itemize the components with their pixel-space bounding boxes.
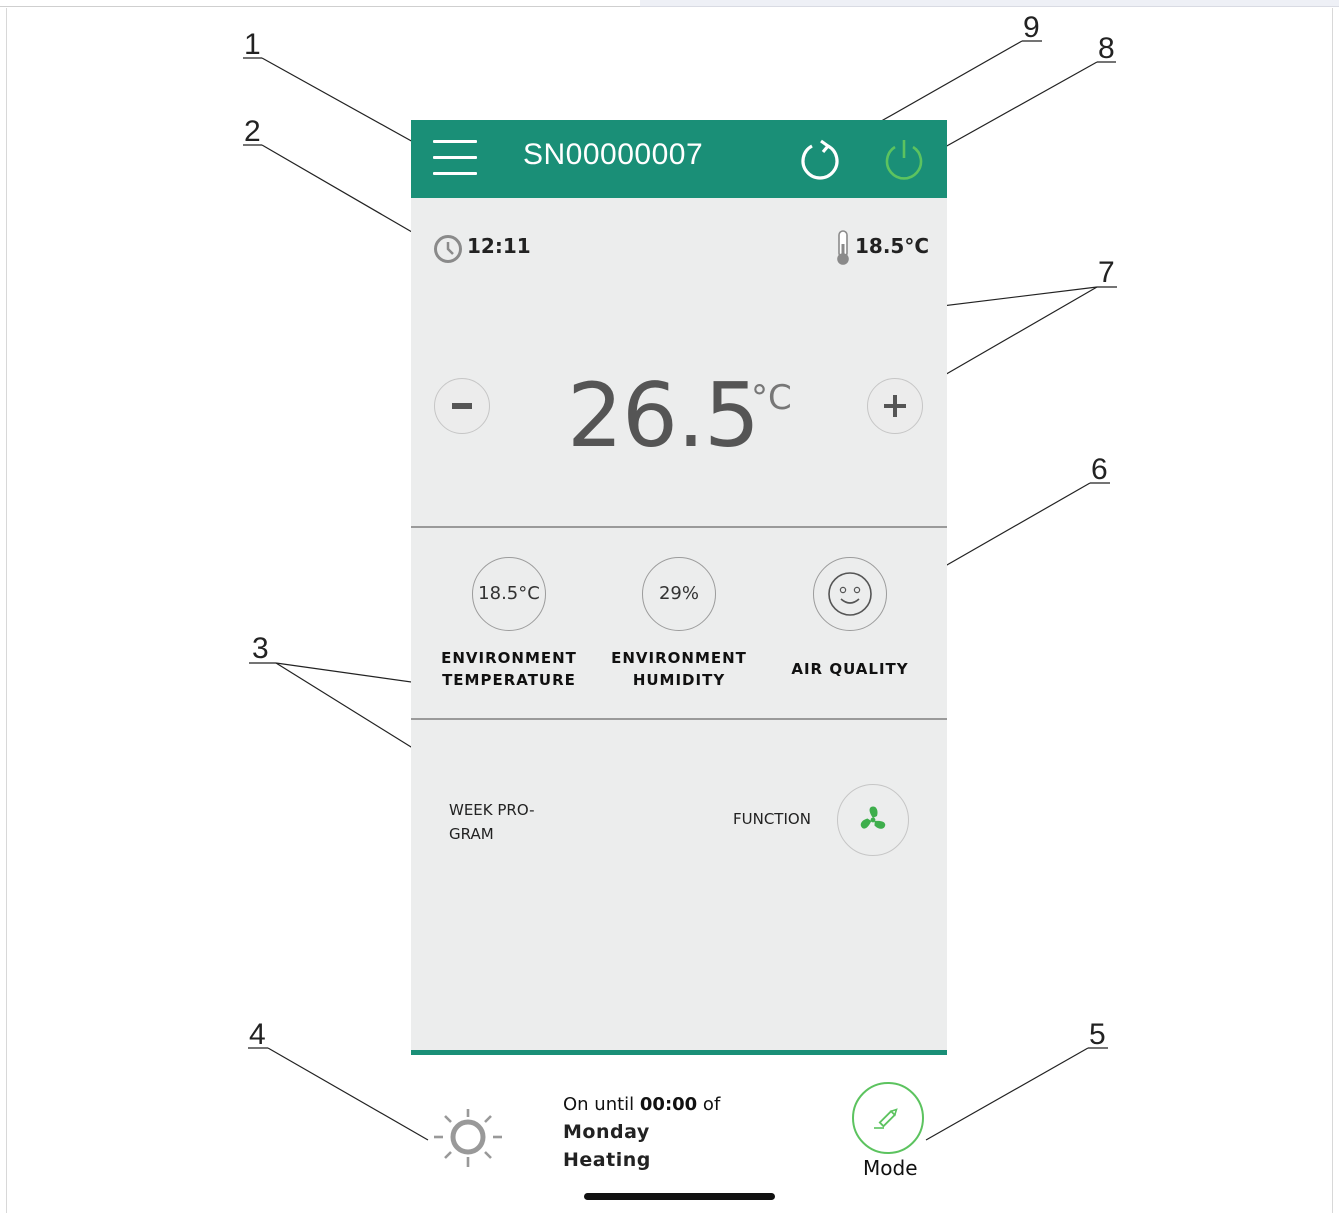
bottom-accent-line xyxy=(411,1050,947,1055)
callout-2: 2 xyxy=(244,115,261,148)
callout-1: 1 xyxy=(244,28,261,61)
function-button[interactable] xyxy=(837,784,909,856)
minus-icon xyxy=(451,402,472,409)
week-program-button[interactable]: WEEK PRO- GRAM xyxy=(449,798,549,846)
mode-button[interactable] xyxy=(852,1082,924,1154)
setpoint-value: 26.5 xyxy=(567,364,760,467)
plus-icon xyxy=(883,394,906,417)
thermometer-icon xyxy=(837,230,849,265)
pencil-icon xyxy=(874,1108,898,1129)
divider-top xyxy=(411,526,947,528)
clock-icon xyxy=(434,235,462,263)
setpoint-unit: °C xyxy=(751,378,792,418)
callout-9: 9 xyxy=(1023,11,1040,44)
environment-temperature-value: 18.5°C xyxy=(472,557,546,631)
callout-6: 6 xyxy=(1091,453,1108,486)
power-icon[interactable] xyxy=(881,136,927,182)
callout-7: 7 xyxy=(1098,256,1115,289)
home-indicator[interactable] xyxy=(584,1193,775,1200)
air-quality-indicator xyxy=(813,557,887,631)
status-day: Monday xyxy=(563,1121,650,1143)
environment-temperature-label: ENVIRONMENT TEMPERATURE xyxy=(441,649,577,689)
room-temperature: 18.5°C xyxy=(855,234,930,258)
status-mode: Heating xyxy=(563,1149,651,1171)
callout-8: 8 xyxy=(1098,32,1115,65)
environment-humidity-value: 29% xyxy=(642,557,716,631)
status-until: On until 00:00 of xyxy=(563,1094,721,1115)
decrease-temperature-button[interactable] xyxy=(434,378,490,434)
callout-4: 4 xyxy=(249,1018,266,1051)
function-label: FUNCTION xyxy=(733,810,811,828)
current-time: 12:11 xyxy=(467,234,531,258)
device-title: SN00000007 xyxy=(523,138,704,171)
thermostat-screen: SN00000007 12:11 18.5°C 26.5 °C 18.5°C E… xyxy=(411,120,947,1055)
fan-icon xyxy=(860,805,885,829)
mode-label: Mode xyxy=(863,1156,918,1180)
air-quality-label: AIR QUALITY xyxy=(791,660,909,678)
environment-humidity-label: ENVIRONMENT HUMIDITY xyxy=(611,649,747,689)
smiley-face-icon xyxy=(828,572,872,616)
callout-5: 5 xyxy=(1089,1018,1106,1051)
callout-3: 3 xyxy=(252,632,269,665)
app-header: SN00000007 xyxy=(411,120,947,198)
divider-bottom xyxy=(411,718,947,720)
increase-temperature-button[interactable] xyxy=(867,378,923,434)
sun-icon xyxy=(434,1109,502,1167)
hamburger-menu-icon[interactable] xyxy=(433,138,479,178)
refresh-icon[interactable] xyxy=(797,136,843,182)
